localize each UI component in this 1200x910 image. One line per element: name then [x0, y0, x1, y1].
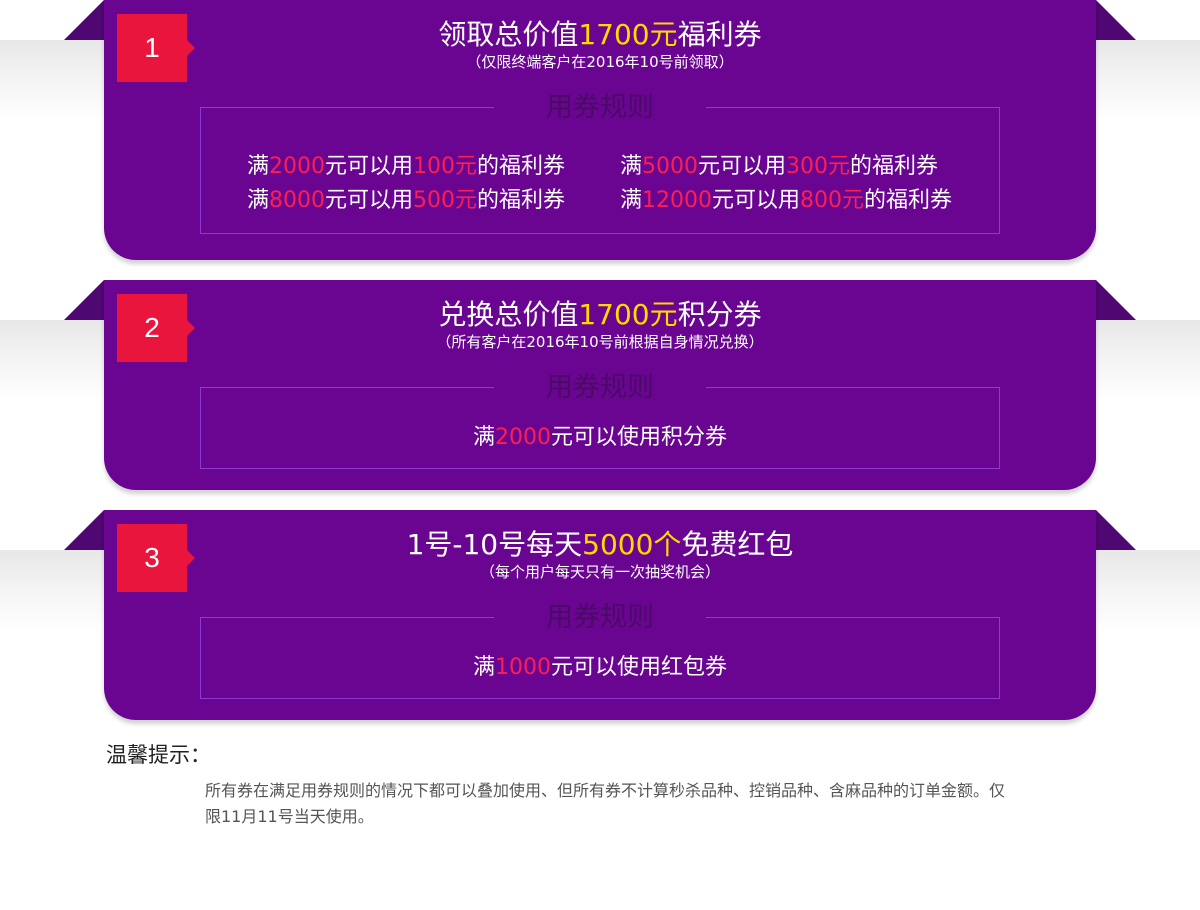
offer-title: 1号-10号每天5000个免费红包 [104, 528, 1096, 562]
offer-title-text: 免费红包 [681, 528, 794, 561]
rule-text: 满 [472, 425, 495, 450]
rule-amount: 5000 [642, 154, 699, 179]
rule-amount: 2000 [269, 154, 326, 179]
rule-text: 元可以用 [712, 188, 801, 213]
rule-text: 的福利券 [850, 154, 939, 179]
rule-text: 的福利券 [864, 188, 953, 213]
rule-text: 的福利券 [477, 154, 566, 179]
rule-amount: 12000 [642, 188, 713, 213]
rule-text: 元可以用 [698, 154, 787, 179]
ribbon-fold-right [1096, 0, 1136, 40]
rule-line: 满12000元可以用800元的福利券 [620, 186, 952, 216]
rule-text: 元可以用 [325, 188, 414, 213]
rule-text: 元可以用 [325, 154, 414, 179]
rules-header: 用券规则 [494, 91, 706, 125]
rule-value: 800元 [800, 188, 865, 213]
offer-title-text: 积分券 [677, 298, 762, 331]
rule-value: 100元 [413, 154, 478, 179]
ribbon-fold-left [64, 0, 104, 40]
rule-line: 满1000元可以使用红包券 [104, 653, 1096, 683]
rule-line: 满2000元可以用100元的福利券 [247, 152, 565, 182]
rule-line: 满8000元可以用500元的福利券 [247, 186, 565, 216]
offer-card-2: 2 兑换总价值1700元积分券 （所有客户在2016年10号前根据自身情况兑换）… [0, 280, 1200, 492]
offer-title: 兑换总价值1700元积分券 [104, 298, 1096, 332]
offer-subtitle: （仅限终端客户在2016年10号前领取） [466, 53, 734, 71]
rule-value: 300元 [786, 154, 851, 179]
rule-text: 满 [247, 188, 270, 213]
offer-card-3: 3 1号-10号每天5000个免费红包 （每个用户每天只有一次抽奖机会） 用券规… [0, 510, 1200, 722]
rules-header: 用券规则 [494, 371, 706, 405]
offer-title-text: 福利券 [677, 18, 762, 51]
rules-header: 用券规则 [494, 601, 706, 635]
offer-title: 领取总价值1700元福利券 [104, 18, 1096, 52]
tips-title: 温馨提示： [106, 743, 211, 767]
offer-panel: 3 1号-10号每天5000个免费红包 （每个用户每天只有一次抽奖机会） 用券规… [104, 510, 1096, 720]
rule-text: 满 [472, 655, 495, 680]
rule-text: 的福利券 [477, 188, 566, 213]
offer-title-text: 1号-10号每天 [406, 528, 583, 561]
offer-title-highlight: 5000个 [582, 528, 682, 561]
rule-text: 元可以使用积分券 [551, 425, 728, 450]
tips-text: 所有券在满足用券规则的情况下都可以叠加使用、但所有券不计算秒杀品种、控销品种、含… [205, 781, 1006, 826]
ribbon-fold-right [1096, 510, 1136, 550]
ribbon-fold-right [1096, 280, 1136, 320]
rule-amount: 8000 [269, 188, 326, 213]
offer-card-1: 1 领取总价值1700元福利券 （仅限终端客户在2016年10号前领取） 用券规… [0, 0, 1200, 262]
offer-title-highlight: 1700元 [578, 298, 678, 331]
rule-line: 满5000元可以用300元的福利券 [620, 152, 938, 182]
ribbon-fold-left [64, 510, 104, 550]
offer-panel: 2 兑换总价值1700元积分券 （所有客户在2016年10号前根据自身情况兑换）… [104, 280, 1096, 490]
rule-text: 元可以使用红包券 [551, 655, 728, 680]
offer-panel: 1 领取总价值1700元福利券 （仅限终端客户在2016年10号前领取） 用券规… [104, 0, 1096, 260]
rule-value: 500元 [413, 188, 478, 213]
rule-line: 满2000元可以使用积分券 [104, 423, 1096, 453]
offer-title-highlight: 1700元 [578, 18, 678, 51]
offer-subtitle: （所有客户在2016年10号前根据自身情况兑换） [436, 333, 764, 351]
offer-subtitle: （每个用户每天只有一次抽奖机会） [479, 563, 720, 581]
offer-title-text: 兑换总价值 [438, 298, 579, 331]
rule-amount: 1000 [495, 655, 551, 680]
ribbon-fold-left [64, 280, 104, 320]
rule-text: 满 [620, 154, 643, 179]
rule-amount: 2000 [495, 425, 551, 450]
offer-title-text: 领取总价值 [438, 18, 579, 51]
rule-text: 满 [247, 154, 270, 179]
rule-text: 满 [620, 188, 643, 213]
